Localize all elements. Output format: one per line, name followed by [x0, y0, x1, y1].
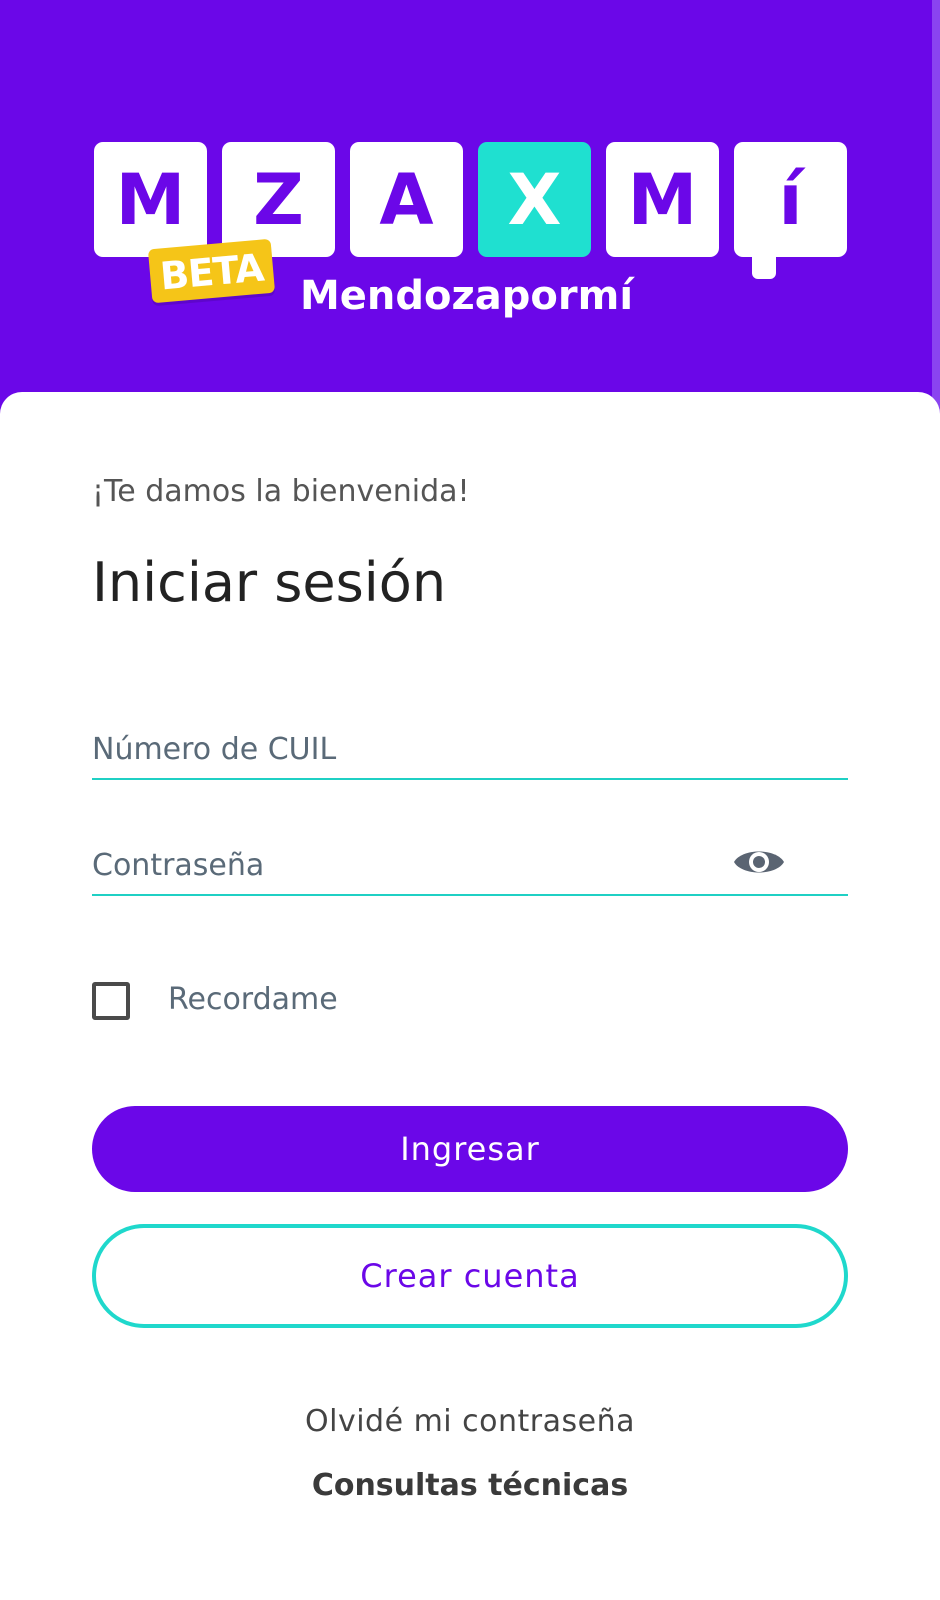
header-scroll-edge: [932, 0, 940, 430]
logo-tile-m: M: [94, 142, 207, 257]
remember-me[interactable]: Recordame: [92, 980, 492, 1020]
password-input[interactable]: Contraseña: [92, 836, 848, 896]
beta-badge: BETA: [147, 238, 276, 304]
remember-checkbox[interactable]: [92, 982, 130, 1020]
logo-tile-x: X: [478, 142, 591, 257]
welcome-text: ¡Te damos la bienvenida!: [92, 474, 470, 509]
login-button[interactable]: Ingresar: [92, 1106, 848, 1192]
logo-speech-tail: [752, 255, 776, 279]
technical-support-link[interactable]: Consultas técnicas: [0, 1466, 940, 1506]
cuil-placeholder: Número de CUIL: [92, 732, 337, 767]
forgot-password-link[interactable]: Olvidé mi contraseña: [0, 1402, 940, 1442]
page-title: Iniciar sesión: [92, 551, 447, 614]
logo-tile-a: A: [350, 142, 463, 257]
logo-tile-z: Z: [222, 142, 335, 257]
brand-name: Mendozapormí: [300, 273, 634, 319]
create-account-button[interactable]: Crear cuenta: [92, 1224, 848, 1328]
app-header: M Z A X M í BETA Mendozapormí: [0, 0, 940, 430]
remember-label: Recordame: [168, 982, 338, 1017]
cuil-input[interactable]: Número de CUIL: [92, 720, 848, 780]
password-placeholder: Contraseña: [92, 848, 265, 883]
logo-tile-i: í: [734, 142, 847, 257]
logo-tile-m2: M: [606, 142, 719, 257]
eye-icon[interactable]: [732, 844, 786, 880]
